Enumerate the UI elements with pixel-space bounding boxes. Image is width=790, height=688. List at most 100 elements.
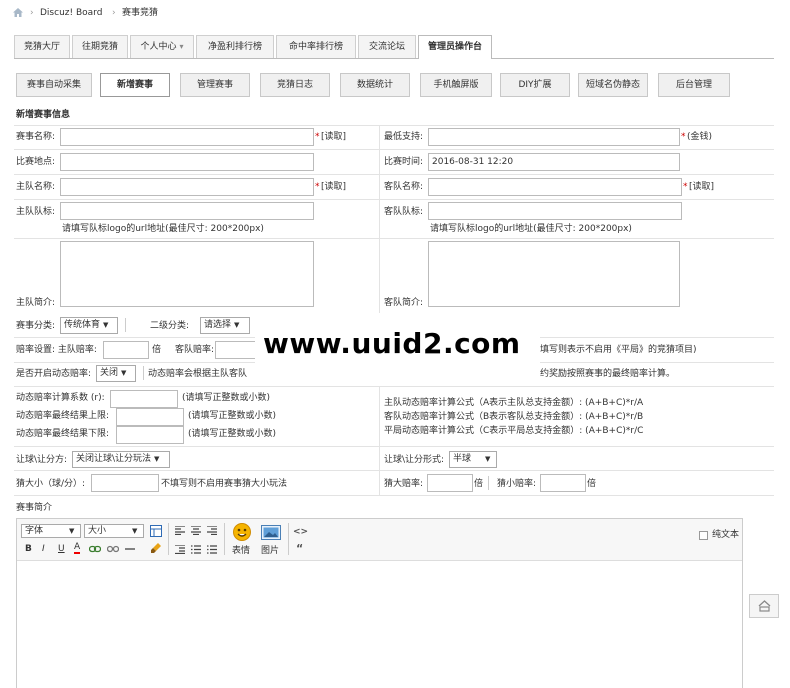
indent-icon[interactable]: [175, 545, 185, 554]
tab-label: 往期竞猜: [81, 42, 118, 52]
row-divider: [14, 238, 774, 239]
table-icon[interactable]: [150, 525, 162, 537]
font-family-select[interactable]: 字体 ▼: [21, 524, 81, 538]
image-icon: [261, 525, 281, 540]
subtab-add-event[interactable]: 新增赛事: [100, 73, 170, 97]
tab-personal[interactable]: 个人中心 ▾: [130, 35, 194, 58]
category-select-value: 传统体育: [64, 320, 101, 330]
chevron-down-icon: ▼: [69, 527, 75, 535]
horizontal-rule-icon[interactable]: [125, 548, 135, 550]
tab-label: 管理员操作台: [427, 42, 482, 52]
dynamic-odds-select[interactable]: 关闭 ▼: [96, 365, 136, 382]
event-name-input[interactable]: [60, 128, 314, 146]
tab-hall[interactable]: 竞猜大厅: [14, 35, 70, 58]
chevron-down-icon: ▼: [103, 321, 109, 329]
home-logo-input[interactable]: [60, 202, 314, 220]
subtab-log[interactable]: 竞猜日志: [260, 73, 330, 97]
venue-input[interactable]: [60, 153, 314, 171]
subtab-backend[interactable]: 后台管理: [658, 73, 730, 97]
font-size-select-value: 大小: [88, 526, 107, 536]
image-button[interactable]: 图片: [259, 523, 283, 559]
tab-past[interactable]: 往期竞猜: [72, 35, 128, 58]
editor-label: 赛事简介: [16, 503, 53, 513]
subtab-stats[interactable]: 数据统计: [340, 73, 410, 97]
subtab-short-domain[interactable]: 短域名伪静态: [578, 73, 648, 97]
formula-draw: 平局动态赔率计算公式（C表示平局总支持金额）: (A+B+C)*r/C: [384, 426, 644, 436]
away-name-fetch-link[interactable]: [读取]: [689, 181, 714, 193]
required-mark: *: [683, 182, 688, 192]
event-name-label: 赛事名称:: [16, 132, 56, 142]
min-bet-input[interactable]: [428, 128, 680, 146]
font-size-select[interactable]: 大小 ▼: [84, 524, 144, 538]
breadcrumb-site-link[interactable]: Discuz! Board: [40, 7, 102, 19]
emoticon-button[interactable]: 表情: [230, 523, 254, 559]
row-divider: [14, 470, 774, 471]
tab-profit-rank[interactable]: 净盈利排行榜: [196, 35, 274, 58]
code-button[interactable]: <>: [293, 526, 308, 538]
align-right-icon[interactable]: [207, 526, 217, 535]
upper-input[interactable]: [116, 408, 184, 426]
separator: [125, 318, 126, 332]
subcategory-select-value: 请选择: [204, 320, 232, 330]
handicap-mode-select[interactable]: 关闭让球\让分玩法 ▼: [72, 451, 170, 468]
coef-input[interactable]: [110, 390, 178, 408]
subtab-manage[interactable]: 管理赛事: [180, 73, 250, 97]
lower-input[interactable]: [116, 426, 184, 444]
size-input[interactable]: [91, 474, 159, 492]
clear-format-icon[interactable]: [150, 542, 162, 554]
away-odds-label: 客队赔率:: [175, 345, 215, 355]
tabs-bottom-line: [14, 58, 774, 59]
subtab-label: 管理赛事: [196, 80, 233, 90]
unlink-icon[interactable]: [107, 545, 119, 553]
small-odds-input[interactable]: [540, 474, 586, 492]
away-logo-input[interactable]: [428, 202, 682, 220]
unordered-list-icon[interactable]: [207, 545, 217, 554]
link-icon[interactable]: [89, 545, 101, 553]
home-name-fetch-link[interactable]: [读取]: [321, 181, 346, 193]
align-left-icon[interactable]: [175, 526, 185, 535]
size-label: 猜大小（球/分）:: [16, 479, 86, 489]
match-time-input[interactable]: [428, 153, 680, 171]
subtab-mobile[interactable]: 手机触屏版: [420, 73, 492, 97]
align-center-icon[interactable]: [191, 526, 201, 535]
category-select[interactable]: 传统体育 ▼: [60, 317, 118, 334]
subtab-diy[interactable]: DIY扩展: [500, 73, 570, 97]
tab-admin[interactable]: 管理员操作台: [418, 35, 492, 59]
event-name-fetch-link[interactable]: [读取]: [321, 131, 346, 143]
home-odds-input[interactable]: [103, 341, 149, 359]
draw-odds-hint: 填写则表示不启用《平局》的竞猜项目): [540, 345, 697, 355]
font-color-button[interactable]: A: [74, 542, 81, 554]
home-intro-textarea[interactable]: [60, 241, 314, 307]
plain-text-checkbox[interactable]: [699, 531, 708, 540]
chevron-down-icon: ▼: [485, 455, 491, 463]
subtab-auto-collect[interactable]: 赛事自动采集: [16, 73, 92, 97]
tab-forum[interactable]: 交流论坛: [358, 35, 416, 58]
size-hint: 不填写则不启用赛事猜大小玩法: [161, 479, 288, 489]
italic-button[interactable]: I: [42, 543, 45, 555]
home-icon[interactable]: [12, 7, 24, 18]
rich-editor: 字体 ▼ 大小 ▼ B I U A 表情 图片 <> “ 纯文本: [16, 518, 743, 688]
away-intro-textarea[interactable]: [428, 241, 680, 307]
subcategory-select[interactable]: 请选择 ▼: [200, 317, 250, 334]
arrow-up-icon: [758, 600, 771, 612]
subtab-label: 数据统计: [356, 80, 393, 90]
away-name-input[interactable]: [428, 178, 682, 196]
bold-button[interactable]: B: [25, 543, 32, 555]
tab-label: 净盈利排行榜: [207, 42, 262, 52]
big-odds-input[interactable]: [427, 474, 473, 492]
gold-unit: (金钱): [687, 132, 713, 142]
subtab-label: DIY扩展: [518, 80, 552, 90]
coef-hint: (请填写正整数或小数): [182, 393, 271, 403]
back-to-top-button[interactable]: [749, 594, 779, 618]
tab-hit-rank[interactable]: 命中率排行榜: [276, 35, 356, 58]
emoticon-label: 表情: [232, 546, 251, 556]
tab-label: 交流论坛: [368, 42, 405, 52]
ordered-list-icon[interactable]: [191, 545, 201, 554]
quote-button[interactable]: “: [296, 543, 303, 555]
underline-button[interactable]: U: [58, 543, 65, 555]
home-name-input[interactable]: [60, 178, 314, 196]
plain-text-label: 纯文本: [712, 530, 740, 540]
handicap-type-select[interactable]: 半球 ▼: [449, 451, 497, 468]
home-logo-label: 主队队标:: [16, 207, 56, 217]
required-mark: *: [315, 182, 320, 192]
